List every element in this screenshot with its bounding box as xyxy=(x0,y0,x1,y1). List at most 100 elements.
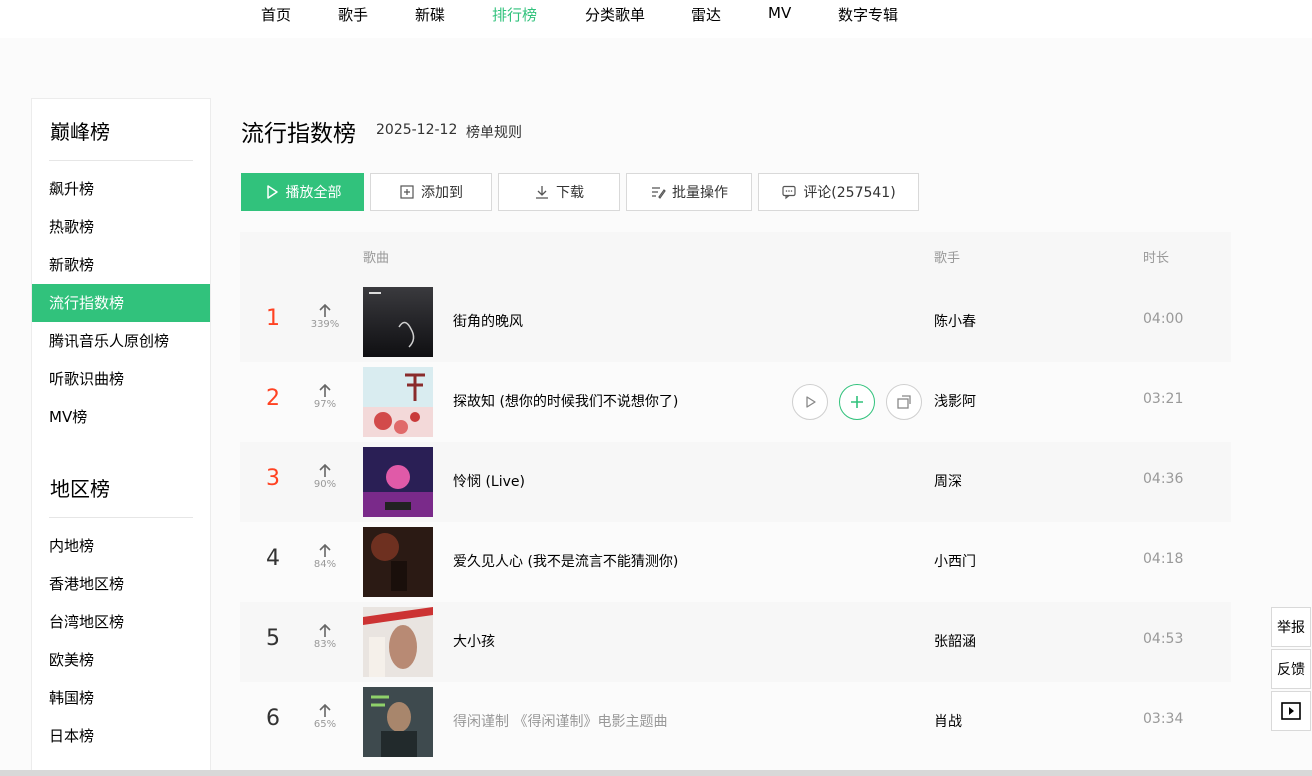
sidebar-item-korea[interactable]: 韩国榜 xyxy=(32,679,210,717)
singer-name[interactable]: 肖战 xyxy=(934,711,962,731)
nav-radar[interactable]: 雷达 xyxy=(691,4,721,25)
singer-name[interactable]: 浅影阿 xyxy=(934,391,976,411)
song-title[interactable]: 怜悯 (Live) xyxy=(453,471,525,491)
table-row[interactable]: 1 339% 街角的晚风 陈小春 04:00 xyxy=(240,282,1231,362)
sidebar-item-popularity[interactable]: 流行指数榜 xyxy=(32,284,210,322)
chart-rules-link[interactable]: 榜单规则 xyxy=(466,122,522,142)
nav-home[interactable]: 首页 xyxy=(261,4,291,25)
album-cover-art xyxy=(363,367,433,437)
trend-up-icon xyxy=(319,624,331,637)
nav-charts[interactable]: 排行榜 xyxy=(492,4,537,25)
album-cover[interactable] xyxy=(363,447,433,517)
album-cover[interactable] xyxy=(363,607,433,677)
chart-date: 2025-12-12 xyxy=(376,122,458,138)
album-cover[interactable] xyxy=(363,367,433,437)
sidebar-item-mainland[interactable]: 内地榜 xyxy=(32,527,210,565)
album-cover-art xyxy=(363,527,433,597)
sidebar-divider xyxy=(49,160,193,161)
song-title[interactable]: 大小孩 xyxy=(453,631,495,651)
trend-indicator: 83% xyxy=(306,624,344,650)
song-duration: 04:00 xyxy=(1143,311,1184,327)
nav-mv[interactable]: MV xyxy=(768,4,791,22)
trend-indicator: 339% xyxy=(306,304,344,330)
batch-operation-label: 批量操作 xyxy=(672,185,728,201)
nav-singers[interactable]: 歌手 xyxy=(338,4,368,25)
batch-operation-button[interactable]: 批量操作 xyxy=(626,173,752,211)
table-row[interactable]: 6 65% 得闲谨制 《得闲谨制》电影主题曲 肖战 03:34 xyxy=(240,682,1231,762)
trend-up-icon xyxy=(319,384,331,397)
sidebar-item-song-id[interactable]: 听歌识曲榜 xyxy=(32,360,210,398)
play-icon xyxy=(266,185,278,199)
song-title[interactable]: 得闲谨制 《得闲谨制》电影主题曲 xyxy=(453,711,667,731)
play-all-label: 播放全部 xyxy=(285,185,342,201)
album-cover[interactable] xyxy=(363,687,433,757)
row-share-button[interactable] xyxy=(886,384,922,420)
sidebar-group-region: 地区榜 xyxy=(50,477,110,501)
singer-name[interactable]: 周深 xyxy=(934,471,962,491)
trend-percent: 90% xyxy=(313,479,337,490)
trend-up-icon xyxy=(319,544,331,557)
row-play-button[interactable] xyxy=(792,384,828,420)
batch-edit-icon xyxy=(652,187,666,199)
trend-percent: 65% xyxy=(313,719,337,730)
column-duration: 时长 xyxy=(1143,251,1170,266)
comments-label: 评论(257541) xyxy=(803,185,896,201)
share-icon xyxy=(897,395,911,409)
album-cover[interactable] xyxy=(363,527,433,597)
singer-name[interactable]: 陈小春 xyxy=(934,311,976,331)
sidebar-item-japan[interactable]: 日本榜 xyxy=(32,717,210,755)
song-title[interactable]: 探故知 (想你的时候我们不说想你了) xyxy=(453,391,678,411)
trend-percent: 83% xyxy=(313,639,337,650)
rank-number: 2 xyxy=(266,386,280,411)
trend-up-icon xyxy=(319,304,331,317)
plus-icon xyxy=(851,396,863,408)
sidebar-item-taiwan[interactable]: 台湾地区榜 xyxy=(32,603,210,641)
song-duration: 03:21 xyxy=(1143,391,1184,407)
singer-name[interactable]: 小西门 xyxy=(934,551,976,571)
sidebar-item-soaring[interactable]: 飙升榜 xyxy=(32,170,210,208)
trend-up-icon xyxy=(319,704,331,717)
song-title[interactable]: 爱久见人心 (我不是流言不能猜测你) xyxy=(453,551,678,571)
sidebar-item-mv[interactable]: MV榜 xyxy=(32,398,210,436)
play-all-button[interactable]: 播放全部 xyxy=(241,173,364,211)
rank-number: 6 xyxy=(266,706,280,731)
sidebar-item-hot[interactable]: 热歌榜 xyxy=(32,208,210,246)
album-cover-art xyxy=(363,287,433,357)
sidebar-item-original[interactable]: 腾讯音乐人原创榜 xyxy=(32,322,210,360)
table-row[interactable]: 2 97% 探故知 (想你的时候我们不说想你了) 浅影阿 03:21 xyxy=(240,362,1231,442)
download-icon xyxy=(536,186,548,199)
feedback-button[interactable]: 反馈 xyxy=(1271,649,1311,689)
nav-playlists[interactable]: 分类歌单 xyxy=(585,4,645,25)
table-row[interactable]: 5 83% 大小孩 张韶涵 04:53 xyxy=(240,602,1231,682)
singer-name[interactable]: 张韶涵 xyxy=(934,631,976,651)
add-to-label: 添加到 xyxy=(421,185,463,201)
download-label: 下载 xyxy=(556,185,584,201)
song-duration: 04:53 xyxy=(1143,631,1184,647)
column-singer: 歌手 xyxy=(934,251,961,266)
table-row[interactable]: 3 90% 怜悯 (Live) 周深 04:36 xyxy=(240,442,1231,522)
song-duration: 04:18 xyxy=(1143,551,1184,567)
chart-sidebar: 巅峰榜 飙升榜 热歌榜 新歌榜 流行指数榜 腾讯音乐人原创榜 听歌识曲榜 MV榜… xyxy=(31,98,211,776)
comments-button[interactable]: 评论(257541) xyxy=(758,173,919,211)
row-add-button[interactable] xyxy=(839,384,875,420)
report-button[interactable]: 举报 xyxy=(1271,607,1311,647)
sidebar-item-hongkong[interactable]: 香港地区榜 xyxy=(32,565,210,603)
page-title: 流行指数榜 xyxy=(241,121,356,147)
sidebar-item-western[interactable]: 欧美榜 xyxy=(32,641,210,679)
download-button[interactable]: 下载 xyxy=(498,173,620,211)
album-cover-art xyxy=(363,687,433,757)
table-row[interactable]: 4 84% 爱久见人心 (我不是流言不能猜测你) 小西门 04:18 xyxy=(240,522,1231,602)
song-title[interactable]: 街角的晚风 xyxy=(453,311,523,331)
album-cover[interactable] xyxy=(363,287,433,357)
sidebar-item-new[interactable]: 新歌榜 xyxy=(32,246,210,284)
nav-new-albums[interactable]: 新碟 xyxy=(415,4,445,25)
add-to-button[interactable]: 添加到 xyxy=(370,173,492,211)
song-duration: 04:36 xyxy=(1143,471,1184,487)
sidebar-group-peak: 巅峰榜 xyxy=(50,120,110,144)
video-button[interactable] xyxy=(1271,691,1311,731)
play-icon xyxy=(806,396,816,408)
trend-percent: 339% xyxy=(310,319,340,330)
column-song: 歌曲 xyxy=(363,251,390,266)
song-duration: 03:34 xyxy=(1143,711,1184,727)
nav-digital-albums[interactable]: 数字专辑 xyxy=(838,4,898,25)
